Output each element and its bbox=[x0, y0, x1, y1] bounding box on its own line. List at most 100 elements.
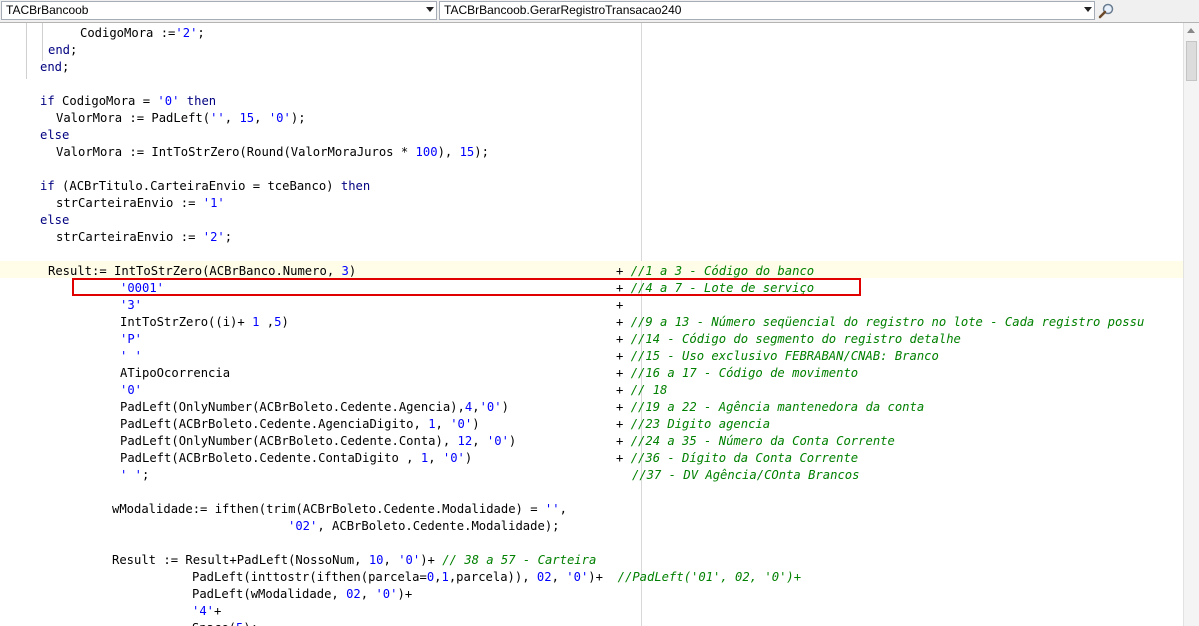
code-line[interactable]: + // 18 bbox=[616, 382, 667, 399]
code-line[interactable]: if (ACBrTitulo.CarteiraEnvio = tceBanco)… bbox=[40, 178, 370, 195]
code-token: + bbox=[616, 298, 624, 312]
code-line[interactable]: end; bbox=[40, 59, 69, 76]
code-line[interactable]: Space(5); bbox=[192, 620, 258, 626]
code-token: IntToStrZero((i)+ bbox=[120, 315, 253, 329]
code-line[interactable]: PadLeft(OnlyNumber(ACBrBoleto.Cedente.Ag… bbox=[120, 399, 509, 416]
highlight-annotation-box bbox=[72, 278, 861, 296]
code-line[interactable]: + //15 - Uso exclusivo FEBRABAN/CNAB: Br… bbox=[616, 348, 939, 365]
code-line[interactable]: + //24 a 35 - Número da Conta Corrente bbox=[616, 433, 895, 450]
code-line[interactable]: '02', ACBrBoleto.Cedente.Modalidade); bbox=[288, 518, 560, 535]
code-token: ' ' bbox=[120, 468, 143, 482]
code-token: 'P' bbox=[120, 332, 143, 346]
code-token: ; bbox=[70, 43, 78, 57]
code-line[interactable]: PadLeft(ACBrBoleto.Cedente.ContaDigito ,… bbox=[120, 450, 472, 467]
scroll-up-arrow-icon[interactable] bbox=[1187, 28, 1195, 33]
vertical-scrollbar[interactable] bbox=[1183, 23, 1199, 626]
method-selector-combo[interactable]: TACBrBancoob.GerarRegistroTransacao240 bbox=[439, 1, 1095, 20]
code-token: ; bbox=[62, 60, 70, 74]
code-token: PadLeft(wModalidade, bbox=[192, 587, 347, 601]
code-token: //14 - Código do segmento do registro de… bbox=[630, 332, 961, 346]
code-line[interactable]: else bbox=[40, 127, 69, 144]
method-selector-value: TACBrBancoob.GerarRegistroTransacao240 bbox=[444, 3, 682, 17]
code-line[interactable]: + bbox=[616, 297, 623, 314]
code-line[interactable]: if CodigoMora = '0' then bbox=[40, 93, 216, 110]
code-token: '02' bbox=[288, 519, 318, 533]
code-line[interactable]: Result := Result+PadLeft(NossoNum, 10, '… bbox=[112, 552, 596, 569]
find-declaration-button[interactable] bbox=[1097, 2, 1117, 20]
code-token: 100 bbox=[415, 145, 438, 159]
code-line[interactable]: + //23 Digito agencia bbox=[616, 416, 770, 433]
code-token: '0' bbox=[157, 94, 180, 108]
code-line[interactable]: strCarteiraEnvio := '2'; bbox=[56, 229, 232, 246]
code-token: PadLeft(OnlyNumber(ACBrBoleto.Cedente.Ag… bbox=[120, 400, 465, 414]
code-line[interactable]: PadLeft(wModalidade, 02, '0')+ bbox=[192, 586, 412, 603]
code-token: , bbox=[224, 111, 240, 125]
code-token: //15 - Uso exclusivo FEBRABAN/CNAB: Bran… bbox=[630, 349, 939, 363]
code-token: , bbox=[428, 451, 443, 465]
code-line[interactable]: ATipoOcorrencia bbox=[120, 365, 230, 382]
class-selector-combo[interactable]: TACBrBancoob bbox=[1, 1, 437, 20]
code-token: //16 a 17 - Código de movimento bbox=[630, 366, 859, 380]
code-line[interactable]: ValorMora := IntToStrZero(Round(ValorMor… bbox=[56, 144, 489, 161]
code-token: ; bbox=[224, 230, 233, 244]
code-token: + bbox=[616, 366, 631, 380]
code-token: // 18 bbox=[630, 383, 668, 397]
code-line[interactable]: strCarteiraEnvio := '1' bbox=[56, 195, 225, 212]
code-token: + bbox=[616, 434, 631, 448]
code-line[interactable]: '0' bbox=[120, 382, 142, 399]
code-line[interactable]: '4'+ bbox=[192, 603, 221, 620]
code-token: + bbox=[616, 315, 631, 329]
code-line[interactable]: 'P' bbox=[120, 331, 142, 348]
code-token: ValorMora := IntToStrZero(Round(ValorMor… bbox=[56, 145, 416, 159]
code-token: '' bbox=[210, 111, 225, 125]
code-token: + bbox=[214, 604, 222, 618]
code-token: '0' bbox=[479, 400, 502, 414]
code-line[interactable]: ' ' bbox=[120, 348, 142, 365]
code-line[interactable]: PadLeft(inttostr(ifthen(parcela=0,1,parc… bbox=[192, 569, 801, 586]
code-token: //19 a 22 - Agência mantenedora da conta bbox=[630, 400, 925, 414]
code-token: ) bbox=[348, 264, 357, 278]
code-token: 15 bbox=[239, 111, 255, 125]
code-line[interactable]: ValorMora := PadLeft('', 15, '0'); bbox=[56, 110, 306, 127]
code-line[interactable]: + //36 - Dígito da Conta Corrente bbox=[616, 450, 858, 467]
code-line[interactable]: PadLeft(OnlyNumber(ACBrBoleto.Cedente.Co… bbox=[120, 433, 516, 450]
code-token: 3 bbox=[341, 264, 349, 278]
code-line[interactable]: else bbox=[40, 212, 69, 229]
code-token: ); bbox=[474, 145, 489, 159]
code-token: ), bbox=[437, 145, 460, 159]
code-token: '0' bbox=[566, 570, 589, 584]
code-line[interactable]: CodigoMora :='2'; bbox=[80, 25, 205, 42]
code-line[interactable]: wModalidade:= ifthen(trim(ACBrBoleto.Ced… bbox=[112, 501, 567, 518]
code-editor[interactable]: CodigoMora :='2'; end; end; if CodigoMora =… bbox=[0, 23, 1183, 626]
code-token: PadLeft(ACBrBoleto.Cedente.ContaDigito , bbox=[120, 451, 421, 465]
code-line[interactable]: + //19 a 22 - Agência mantenedora da con… bbox=[616, 399, 924, 416]
code-token: 10 bbox=[368, 553, 384, 567]
code-line[interactable]: + //9 a 13 - Número seqüencial do regist… bbox=[616, 314, 1144, 331]
code-token: 1 bbox=[441, 570, 449, 584]
code-line[interactable]: + //16 a 17 - Código de movimento bbox=[616, 365, 858, 382]
code-token: PadLeft(ACBrBoleto.Cedente.AgenciaDigito… bbox=[120, 417, 429, 431]
code-token: then bbox=[186, 94, 217, 108]
code-token: + bbox=[616, 332, 631, 346]
code-token: , bbox=[472, 434, 487, 448]
code-token: , bbox=[259, 315, 275, 329]
code-token: PadLeft(inttostr(ifthen(parcela= bbox=[192, 570, 427, 584]
code-line[interactable]: IntToStrZero((i)+ 1 ,5) bbox=[120, 314, 289, 331]
code-token: + bbox=[616, 264, 631, 278]
chevron-down-icon[interactable] bbox=[1084, 7, 1092, 12]
chevron-down-icon[interactable] bbox=[426, 7, 434, 12]
code-line[interactable]: end; bbox=[48, 42, 77, 59]
code-line[interactable]: '3' bbox=[120, 297, 142, 314]
fold-guide bbox=[26, 23, 27, 79]
scrollbar-thumb[interactable] bbox=[1186, 41, 1197, 81]
code-token: //23 Digito agencia bbox=[630, 417, 771, 431]
code-line[interactable]: //37 - DV Agência/COnta Brancos bbox=[632, 467, 859, 484]
code-token: '0' bbox=[442, 451, 465, 465]
code-token: 02 bbox=[536, 570, 552, 584]
code-line[interactable]: ' '; bbox=[120, 467, 149, 484]
code-token: 15 bbox=[459, 145, 475, 159]
code-token: + bbox=[616, 349, 631, 363]
code-token: ) bbox=[501, 400, 509, 414]
code-line[interactable]: PadLeft(ACBrBoleto.Cedente.AgenciaDigito… bbox=[120, 416, 480, 433]
code-line[interactable]: + //14 - Código do segmento do registro … bbox=[616, 331, 961, 348]
